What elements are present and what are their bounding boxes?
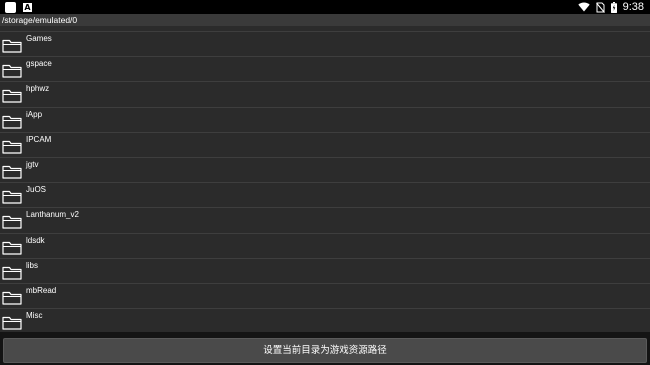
folder-name: Games xyxy=(26,34,52,43)
status-bar: A 9:38 xyxy=(0,0,650,14)
folder-row[interactable]: ldsdk xyxy=(0,232,650,258)
folder-icon xyxy=(2,189,22,204)
a-notification-icon: A xyxy=(23,2,32,12)
folder-row[interactable]: JuOS xyxy=(0,182,650,207)
folder-row[interactable]: Games xyxy=(0,31,650,56)
folder-name: mbRead xyxy=(26,285,57,295)
folder-name: Lanthanum_v2 xyxy=(26,210,79,220)
folder-icon xyxy=(2,315,22,330)
folder-row[interactable]: mbRead xyxy=(0,282,650,308)
folder-row[interactable]: hphwz xyxy=(0,81,650,106)
folder-name: gspace xyxy=(26,59,52,69)
folder-row[interactable]: iApp xyxy=(0,106,650,132)
folder-row[interactable]: jgtv xyxy=(0,156,650,182)
status-bar-right: 9:38 xyxy=(577,0,644,14)
folder-icon xyxy=(2,139,22,154)
folder-name: libs xyxy=(26,260,39,270)
bottom-bar: 设置当前目录为游戏资源路径 xyxy=(0,332,650,365)
folder-name: hphwz xyxy=(26,84,50,94)
wifi-icon xyxy=(577,2,590,12)
folder-row[interactable]: gspace xyxy=(0,56,650,81)
folder-name: JuOS xyxy=(26,185,47,195)
folder-icon xyxy=(2,38,22,53)
status-time: 9:38 xyxy=(622,1,644,13)
folder-icon xyxy=(2,214,22,229)
current-path: /storage/emulated/0 xyxy=(0,14,650,26)
no-sim-icon xyxy=(595,2,605,13)
battery-icon xyxy=(610,1,617,13)
status-bar-left: A xyxy=(5,1,32,13)
folder-row[interactable]: Misc xyxy=(0,308,650,332)
app-icon xyxy=(5,1,16,13)
folder-name: IPCAM xyxy=(26,134,52,144)
folder-icon xyxy=(2,88,22,103)
folder-name: Misc xyxy=(26,311,43,321)
screen: A 9:38 /storage/emulated/0 Games gspace hp… xyxy=(0,0,650,365)
folder-name: ldsdk xyxy=(26,235,45,245)
folder-icon xyxy=(2,114,22,129)
folder-icon xyxy=(2,63,22,78)
folder-row[interactable]: IPCAM xyxy=(0,131,650,157)
folder-icon xyxy=(2,265,22,280)
folder-list[interactable]: Games gspace hphwz iApp IPCAM jgtv JuOS Lanthan… xyxy=(0,26,650,332)
folder-row[interactable]: libs xyxy=(0,257,650,283)
folder-icon xyxy=(2,240,22,255)
folder-name: iApp xyxy=(26,109,43,119)
set-game-resource-path-button[interactable]: 设置当前目录为游戏资源路径 xyxy=(3,338,647,363)
folder-icon xyxy=(2,164,22,179)
folder-name: jgtv xyxy=(26,159,39,169)
folder-icon xyxy=(2,290,22,305)
folder-row[interactable]: Lanthanum_v2 xyxy=(0,207,650,232)
